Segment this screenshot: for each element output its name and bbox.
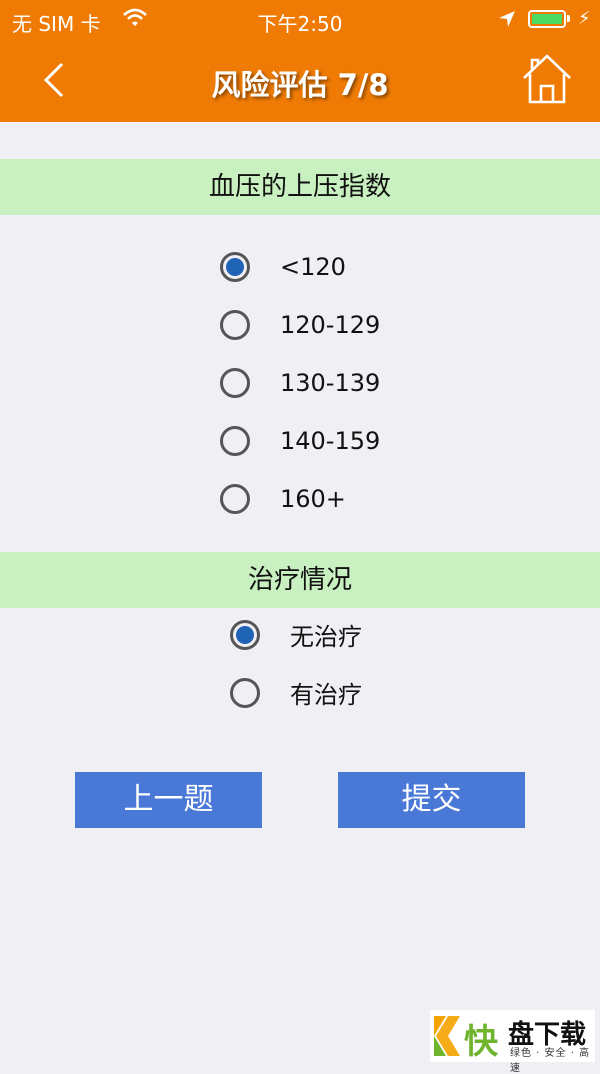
battery-icon — [528, 10, 566, 28]
header-bar: 无 SIM 卡 下午2:50 ⚡ 风险评估 7/8 — [0, 0, 600, 122]
section-header-treatment: 治疗情况 — [0, 552, 600, 608]
radio-unselected-icon[interactable] — [230, 677, 260, 708]
option-bp-140-159[interactable]: 140-159 — [220, 426, 380, 456]
home-icon — [523, 54, 571, 104]
radio-unselected-icon[interactable] — [220, 368, 250, 398]
watermark-char: 快 — [464, 1022, 498, 1062]
location-icon — [498, 9, 516, 33]
radio-selected-icon[interactable] — [230, 619, 260, 650]
radio-selected-icon[interactable] — [220, 252, 250, 282]
home-button[interactable] — [520, 52, 574, 106]
option-has-treatment[interactable]: 有治疗 — [230, 675, 362, 710]
page-title: 风险评估 7/8 — [211, 68, 389, 102]
option-label: 无治疗 — [290, 623, 362, 651]
watermark-logo: 快 盘下载 绿色 · 安全 · 高速 — [430, 1010, 595, 1074]
option-no-treatment[interactable]: 无治疗 — [230, 617, 362, 652]
battery-nub — [567, 15, 570, 22]
option-label: 160+ — [280, 485, 346, 513]
option-label: 140-159 — [280, 427, 381, 455]
option-label: <120 — [280, 253, 346, 281]
status-bar: 无 SIM 卡 下午2:50 ⚡ — [0, 0, 600, 40]
option-label: 有治疗 — [290, 681, 362, 709]
option-bp-160-plus[interactable]: 160+ — [220, 484, 346, 514]
option-label: 130-139 — [280, 369, 381, 397]
option-bp-130-139[interactable]: 130-139 — [220, 368, 380, 398]
radio-unselected-icon[interactable] — [220, 426, 250, 456]
radio-unselected-icon[interactable] — [220, 310, 250, 340]
k-logo-icon — [434, 1016, 460, 1056]
option-label: 120-129 — [280, 311, 381, 339]
section-header-blood-pressure: 血压的上压指数 — [0, 159, 600, 215]
option-bp-120-129[interactable]: 120-129 — [220, 310, 380, 340]
watermark-slogan: 绿色 · 安全 · 高速 — [510, 1048, 591, 1074]
radio-unselected-icon[interactable] — [220, 484, 250, 514]
charging-icon: ⚡ — [578, 8, 591, 29]
submit-button[interactable]: 提交 — [338, 772, 525, 828]
previous-question-button[interactable]: 上一题 — [75, 772, 262, 828]
option-bp-lt120[interactable]: <120 — [220, 252, 346, 282]
